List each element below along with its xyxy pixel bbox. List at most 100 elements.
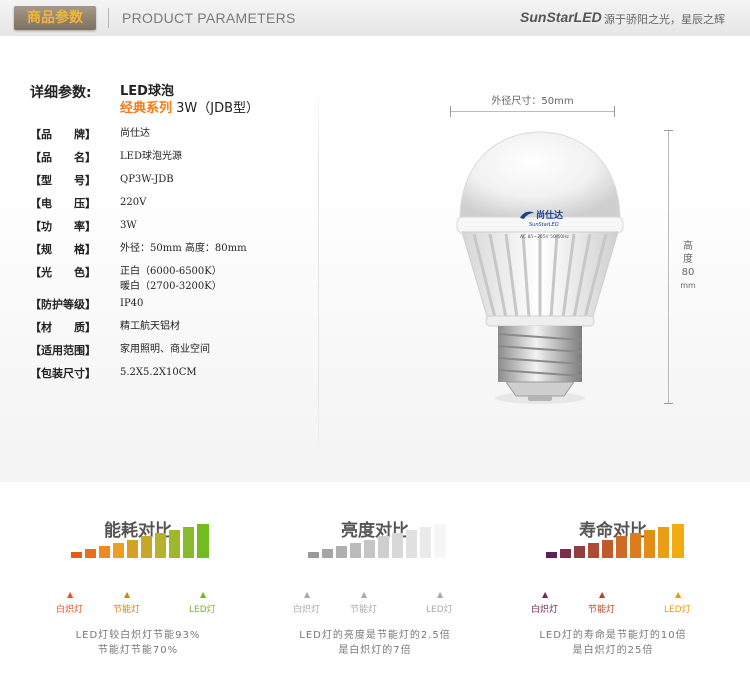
spec-model-series: 经典系列	[120, 101, 173, 116]
comparison-note-line1: LED灯的亮度是节能灯的2.5倍	[299, 630, 451, 641]
comparison-bar	[658, 527, 669, 558]
bulb-logo-text: 尚仕达	[536, 209, 563, 221]
comparison-bar	[197, 524, 209, 558]
comparison-note-line2: 是白炽灯的25倍	[572, 645, 654, 656]
height-dimension-label: 高 度 80 mm	[680, 240, 696, 292]
spec-row-value: 家用照明、商业空间	[120, 344, 210, 355]
comparison-bar	[602, 539, 613, 558]
width-dimension-cap-right	[614, 106, 615, 117]
comparison-label: 节能灯	[113, 605, 141, 615]
section-badge: 商品参数	[14, 6, 96, 30]
bulb-spec-print: AC 85~265V 50/60Hz	[520, 234, 570, 240]
comparison-bar	[546, 552, 557, 558]
spec-row-key: 【防护等级】	[30, 298, 96, 311]
spec-row-value: 尚仕达	[120, 128, 150, 139]
comparison-bar	[672, 524, 684, 558]
comparison-bar	[392, 533, 403, 558]
spec-row-value: QP3W-JDB	[120, 174, 174, 185]
comparison-brightness: 亮度对比 ▲ 白炽灯 ▲ 节能灯 ▲ LED灯 LED灯的亮度是节能灯的2.5倍 是白炽灯的7倍	[250, 482, 500, 674]
width-dimension-cap-left	[450, 106, 451, 117]
spec-row-value: 3W	[120, 220, 137, 231]
spec-row-key: 【功 率】	[30, 220, 96, 233]
width-dimension-label: 外径尺寸：50mm	[491, 96, 574, 107]
comparison-bar	[322, 548, 333, 558]
spec-row-key: 【电 压】	[30, 197, 96, 210]
comparison-note-line2: 节能灯节能70%	[97, 645, 179, 656]
comparison-bar	[85, 548, 96, 558]
height-label-char-2: 度	[683, 254, 693, 265]
comparison-lifespan: 寿命对比 ▲ 白炽灯 ▲ 节能灯 ▲ LED灯 LED灯的寿命是节能灯的10倍 是白炽灯的25倍	[488, 482, 738, 674]
width-dimension-line	[450, 111, 615, 112]
comparison-arrow-icon: ▲	[361, 590, 368, 599]
comparison-bar	[127, 539, 138, 558]
comparison-bar	[644, 530, 655, 558]
comparison-bar	[99, 545, 110, 558]
header-bar: 商品参数 PRODUCT PARAMETERS SunStarLED 源于骄阳之…	[0, 0, 750, 37]
comparison-label: LED灯	[664, 605, 691, 615]
spec-row-key: 【包装尺寸】	[30, 367, 96, 380]
comparison-label: LED灯	[189, 605, 216, 615]
comparison-note-line1: LED灯较白炽灯节能93%	[75, 630, 201, 641]
comparison-bar-chart	[71, 522, 231, 558]
comparison-arrow-icon: ▲	[675, 590, 682, 599]
comparison-bar	[574, 545, 585, 558]
spec-row-value: LED球泡光源	[120, 151, 182, 162]
comparison-bar	[336, 545, 347, 558]
spec-model-rest: 3W（JDB型）	[172, 101, 260, 116]
comparison-label: LED灯	[426, 605, 453, 615]
comparison-note: LED灯较白炽灯节能93% 节能灯节能70%	[13, 628, 263, 658]
spec-model-line2: 经典系列 3W（JDB型）	[120, 97, 259, 116]
bulb-dome	[459, 131, 621, 221]
comparison-bar	[406, 530, 417, 558]
led-bulb-image: 尚仕达 SunStarLED AC 85~265V 50/60Hz	[456, 131, 624, 404]
comparison-bar	[71, 552, 82, 558]
comparison-bar	[588, 542, 599, 558]
spec-row-key: 【品 名】	[30, 151, 96, 164]
comparison-label: 白炽灯	[56, 605, 84, 615]
height-dimension-line	[668, 130, 669, 404]
comparison-bar	[308, 552, 319, 558]
height-dimension-cap-bottom	[664, 403, 673, 404]
comparison-arrow-icon: ▲	[67, 590, 74, 599]
comparison-label: 节能灯	[350, 605, 378, 615]
comparison-arrow-icon: ▲	[124, 590, 131, 599]
comparison-note: LED灯的亮度是节能灯的2.5倍 是白炽灯的7倍	[250, 628, 500, 658]
spec-row-key: 【材 质】	[30, 321, 96, 334]
comparison-note-line2: 是白炽灯的7倍	[338, 645, 412, 656]
height-label-unit: mm	[680, 281, 696, 290]
section-title-en: PRODUCT PARAMETERS	[122, 10, 296, 26]
comparison-bar	[364, 539, 375, 558]
comparison-bar	[155, 533, 166, 558]
comparison-bar-chart	[546, 522, 706, 558]
comparison-note: LED灯的寿命是节能灯的10倍 是白炽灯的25倍	[488, 628, 738, 658]
spec-row-value: 220V	[120, 197, 147, 208]
spec-row-value: 外径：50mm 高度：80mm	[120, 243, 247, 254]
bulb-logo-sub: SunStarLED	[529, 222, 559, 228]
comparison-arrow-icon: ▲	[542, 590, 549, 599]
comparison-note-line1: LED灯的寿命是节能灯的10倍	[539, 630, 687, 641]
height-dimension-cap-top	[664, 130, 673, 131]
comparison-label: 白炽灯	[293, 605, 321, 615]
header-divider	[108, 8, 109, 28]
comparison-bar	[169, 530, 180, 558]
comparison-arrow-icon: ▲	[599, 590, 606, 599]
comparison-arrow-icon: ▲	[304, 590, 311, 599]
spec-row-value: 正白（6000-6500K） 暖白（2700-3200K）	[120, 266, 222, 292]
comparison-bar	[350, 542, 361, 558]
brand-logo-text: SunStarLED	[520, 9, 602, 25]
comparison-bar	[420, 527, 431, 558]
spec-row-key: 【适用范围】	[30, 344, 96, 357]
spec-row-value: 5.2X5.2X10CM	[120, 367, 197, 378]
spec-row-value: 精工航天铝材	[120, 321, 180, 332]
comparison-arrow-icon: ▲	[437, 590, 444, 599]
section-badge-label: 商品参数	[27, 10, 83, 26]
spec-row-value: IP40	[120, 298, 144, 309]
comparison-bar	[141, 536, 152, 558]
comparison-energy: 能耗对比 ▲ 白炽灯 ▲ 节能灯 ▲ LED灯 LED灯较白炽灯节能93% 节能灯节能70%	[13, 482, 263, 674]
comparison-bar	[630, 533, 641, 558]
comparison-label: 节能灯	[588, 605, 616, 615]
comparison-arrow-icon: ▲	[200, 590, 207, 599]
comparison-bar	[378, 536, 389, 558]
brand-slogan: 源于骄阳之光，星辰之辉	[604, 13, 725, 26]
height-label-value: 80	[681, 267, 695, 278]
